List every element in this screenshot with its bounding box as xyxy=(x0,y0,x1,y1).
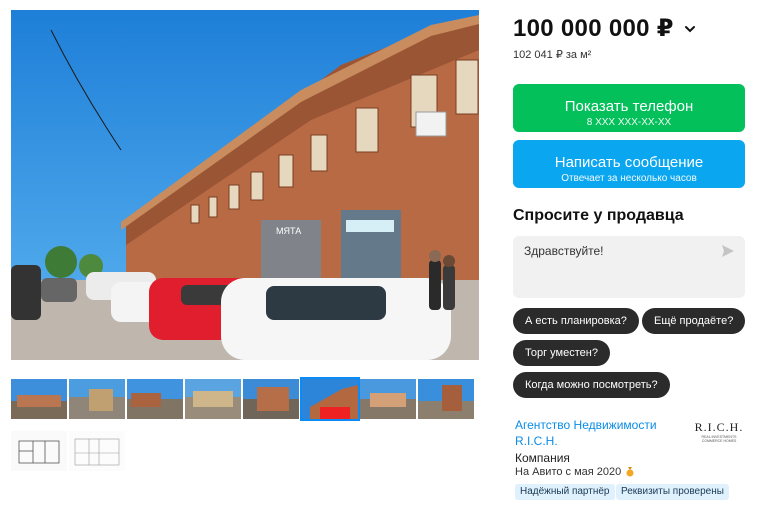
seller-type: Компания xyxy=(515,451,570,465)
seller-since-text: На Авито с мая 2020 xyxy=(515,466,622,478)
seller-logo[interactable]: R.I.C.H. REAL INVESTMENTS COMMERCE HOMES xyxy=(693,420,745,444)
main-photo[interactable]: МЯТА xyxy=(11,10,479,360)
show-phone-label: Показать телефон xyxy=(564,97,694,115)
seller-since: На Авито с мая 2020 xyxy=(515,466,635,478)
chevron-down-icon[interactable] xyxy=(684,23,696,35)
quick-question-chip[interactable]: А есть планировка? xyxy=(513,308,639,334)
write-message-label: Написать сообщение xyxy=(554,153,704,171)
message-input[interactable]: Здравствуйте! xyxy=(513,236,745,298)
masked-phone: 8 XXX XXX-XX-XX xyxy=(586,116,672,128)
quick-question-chip[interactable]: Торг уместен? xyxy=(513,340,610,366)
thumbnail-active[interactable] xyxy=(300,377,360,421)
thumbnail[interactable] xyxy=(360,379,416,419)
shop-sign: МЯТА xyxy=(276,226,301,236)
thumbnail-floorplan[interactable] xyxy=(69,431,125,471)
write-message-button[interactable]: Написать сообщение Отвечает за несколько… xyxy=(513,140,745,188)
seller-logo-text: R.I.C.H. xyxy=(694,420,744,434)
seller-logo-subtext: REAL INVESTMENTS COMMERCE HOMES xyxy=(701,435,737,443)
medal-icon xyxy=(626,467,634,477)
price: 100 000 000 ₽ xyxy=(513,15,674,42)
send-icon[interactable] xyxy=(721,244,735,258)
thumbnail[interactable] xyxy=(185,379,241,419)
thumbnail-floorplan[interactable] xyxy=(11,431,67,471)
thumbnail[interactable] xyxy=(243,379,299,419)
price-row[interactable]: 100 000 000 ₽ xyxy=(513,14,696,43)
badge-reliable-partner: Надёжный партнёр xyxy=(515,484,615,500)
message-input-value: Здравствуйте! xyxy=(524,244,604,258)
seller-name-link[interactable]: Агентство Недвижимости R.I.C.H. xyxy=(515,417,675,449)
thumbnail[interactable] xyxy=(69,379,125,419)
show-phone-button[interactable]: Показать телефон 8 XXX XXX-XX-XX xyxy=(513,84,745,132)
quick-question-chip[interactable]: Когда можно посмотреть? xyxy=(513,372,670,398)
quick-question-chip[interactable]: Ещё продаёте? xyxy=(642,308,746,334)
ask-seller-title: Спросите у продавца xyxy=(513,207,684,224)
price-per-m2: 102 041 ₽ за м² xyxy=(513,49,592,61)
thumbnail[interactable] xyxy=(418,379,474,419)
thumbnail[interactable] xyxy=(127,379,183,419)
badge-verified-requisites: Реквизиты проверены xyxy=(616,484,729,500)
response-time: Отвечает за несколько часов xyxy=(561,172,697,184)
thumbnail[interactable] xyxy=(11,379,67,419)
building-photo: МЯТА xyxy=(11,10,479,360)
